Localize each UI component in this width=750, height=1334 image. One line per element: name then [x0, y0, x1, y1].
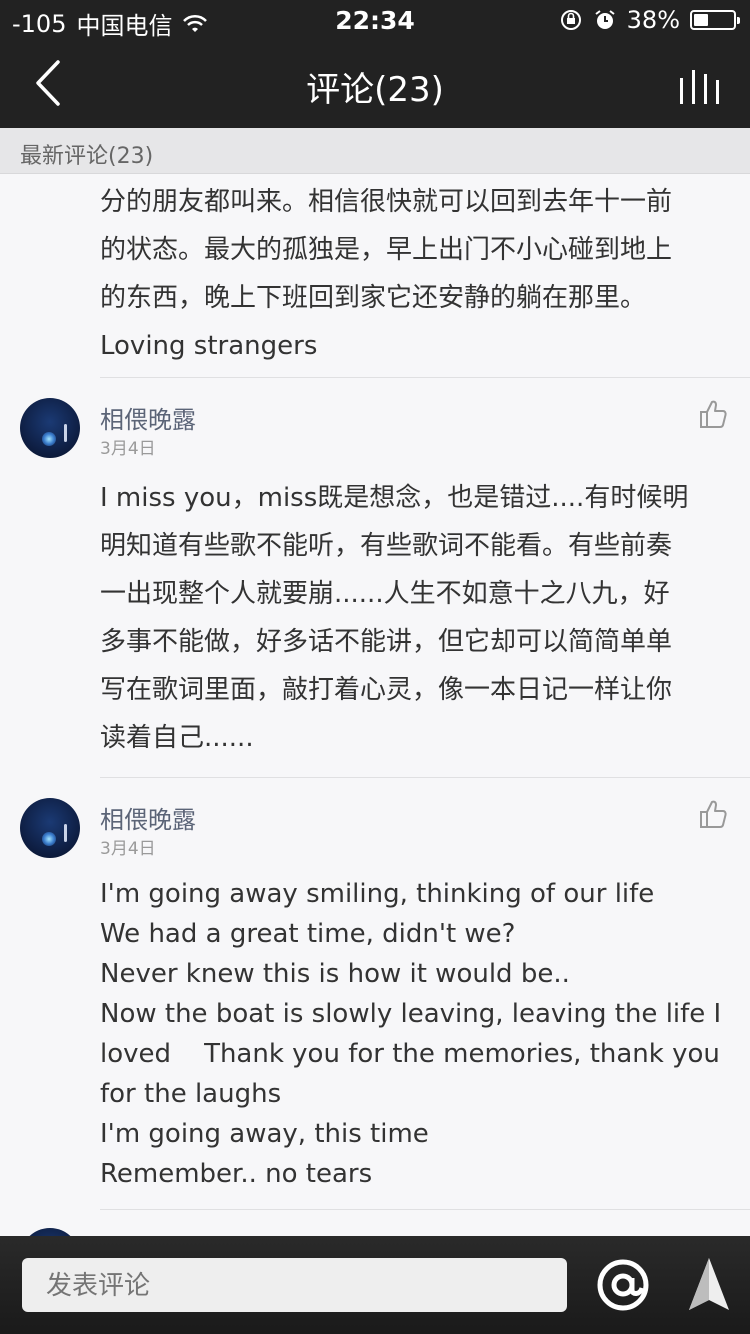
at-sign-icon[interactable]: [596, 1258, 650, 1312]
alarm-icon: [595, 10, 615, 29]
section-label: 最新评论(23): [20, 144, 154, 169]
avatar[interactable]: [20, 398, 80, 458]
equalizer-bars-icon[interactable]: [678, 66, 724, 106]
comment-line: 一出现整个人就要崩......人生不如意十之八九，好: [100, 579, 670, 609]
comment-line: I'm going away, this time: [100, 1119, 429, 1149]
battery-percent: 38%: [626, 6, 680, 34]
status-bar: -105 中国电信 22:34 38%: [0, 0, 750, 40]
comment-line: 的状态。最大的孤独是，早上出门不小心碰到地上: [100, 235, 673, 265]
top-bar: -105 中国电信 22:34 38% 评论(23): [0, 0, 750, 128]
page-title: 评论(23): [306, 70, 444, 110]
avatar-figure: [64, 824, 67, 842]
comment-body: I miss you，miss既是想念，也是错过....有时候明 明知道有些歌不…: [100, 474, 730, 762]
avatar-glow: [42, 832, 56, 846]
comment-input[interactable]: [22, 1258, 567, 1312]
comment-body: 分的朋友都叫来。相信很快就可以回到去年十一前 的状态。最大的孤独是，早上出门不小…: [100, 178, 730, 370]
battery-fill: [694, 14, 708, 26]
avatar[interactable]: [20, 798, 80, 858]
divider: [100, 777, 750, 778]
avatar-figure: [64, 424, 67, 442]
status-right: 38%: [559, 6, 740, 34]
comment-line: 明知道有些歌不能听，有些歌词不能看。有些前奏: [100, 531, 673, 561]
comment-line: Never knew this is how it would be..: [100, 959, 570, 989]
comment-line: Loving strangers: [100, 331, 318, 361]
comment-line: 分的朋友都叫来。相信很快就可以回到去年十一前: [100, 187, 673, 217]
username[interactable]: 相偎晚露: [100, 400, 196, 435]
comment-line: I miss you，miss既是想念，也是错过....有时候明: [100, 483, 689, 513]
thumbs-up-icon[interactable]: [698, 398, 730, 430]
comment-body: I'm going away smiling, thinking of our …: [100, 874, 740, 1194]
divider: [100, 377, 750, 378]
comment-line: 多事不能做，好多话不能讲，但它却可以简简单单: [100, 627, 673, 657]
comment-date: 3月4日: [100, 839, 156, 859]
divider: [100, 1209, 750, 1210]
comment-line: I'm going away smiling, thinking of our …: [100, 879, 655, 909]
comment-line: 写在歌词里面，敲打着心灵，像一本日记一样让你: [100, 675, 673, 705]
comment-line: Remember.. no tears: [100, 1159, 373, 1189]
username[interactable]: 相偎晚露: [100, 800, 196, 835]
comment-feed[interactable]: 分的朋友都叫来。相信很快就可以回到去年十一前 的状态。最大的孤独是，早上出门不小…: [0, 174, 750, 1236]
avatar[interactable]: [20, 1228, 80, 1236]
comment-line: 读着自己......: [100, 723, 254, 753]
comment-line: We had a great time, didn't we?: [100, 919, 516, 949]
navigation-bar: 评论(23): [0, 40, 750, 128]
comment-date: 3月4日: [100, 439, 156, 459]
rotation-lock-icon: [560, 10, 581, 30]
send-arrow-icon[interactable]: [686, 1256, 732, 1314]
comment-line: Now the boat is slowly leaving, leaving …: [100, 999, 722, 1029]
battery-icon: [690, 10, 740, 30]
avatar-glow: [42, 432, 56, 446]
thumbs-up-icon[interactable]: [698, 798, 730, 830]
comment-line: for the laughs: [100, 1079, 282, 1109]
comment-line: 的东西，晚上下班回到家它还安静的躺在那里。: [100, 283, 647, 313]
latest-comments-header: 最新评论(23): [0, 128, 750, 174]
comment-line: loved Thank you for the memories, thank …: [100, 1039, 720, 1069]
comment-composer-bar: [0, 1236, 750, 1334]
